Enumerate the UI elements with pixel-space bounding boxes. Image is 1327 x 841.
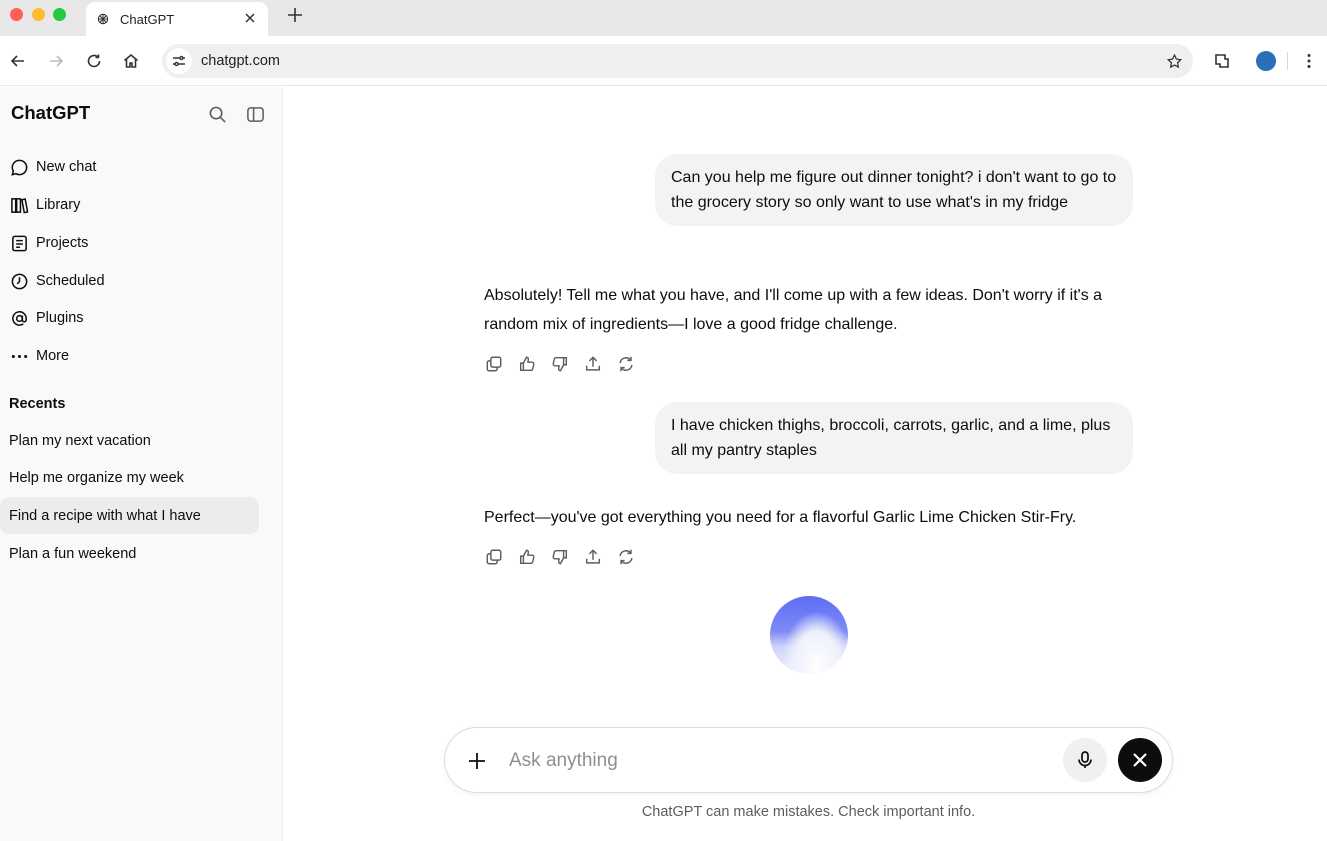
recents-heading: Recents <box>9 396 66 412</box>
browser-tab-chatgpt[interactable]: ChatGPT <box>86 2 268 36</box>
bookmark-star-icon[interactable] <box>1165 52 1183 70</box>
assistant-message-text: Perfect—you've got everything you need f… <box>484 509 1077 526</box>
thumbs-down-icon[interactable] <box>549 546 571 568</box>
forward-arrow-icon[interactable] <box>44 49 68 73</box>
tab-title: ChatGPT <box>120 11 175 27</box>
openai-logo-icon <box>96 12 110 26</box>
recent-chat-label: Plan my next vacation <box>9 432 151 449</box>
new-tab-button[interactable] <box>284 4 306 26</box>
nav-plugins[interactable]: Plugins <box>8 303 258 333</box>
window-minimize-button[interactable] <box>32 8 45 21</box>
nav-library[interactable]: Library <box>8 190 258 220</box>
share-icon[interactable] <box>582 353 604 375</box>
thumbs-up-icon[interactable] <box>516 546 538 568</box>
recent-chat-label: Plan a fun weekend <box>9 545 137 562</box>
end-voice-button[interactable] <box>1118 738 1162 782</box>
site-settings-icon[interactable] <box>166 48 192 74</box>
disclaimer-text: ChatGPT can make mistakes. Check importa… <box>641 804 976 820</box>
browser-tab-bar: ChatGPT <box>0 0 1327 36</box>
extensions-icon[interactable] <box>1210 49 1234 73</box>
recent-chat-label: Help me organize my week <box>9 469 184 486</box>
back-arrow-icon[interactable] <box>6 49 30 73</box>
more-dots-icon <box>8 345 30 367</box>
nav-label: Scheduled <box>36 273 105 289</box>
user-message-text: Can you help me figure out dinner tonigh… <box>671 169 1117 211</box>
chat-bubble-icon <box>8 156 30 178</box>
address-bar[interactable]: chatgpt.com <box>162 44 1193 78</box>
sidebar-toggle-icon[interactable] <box>244 103 266 125</box>
composer <box>444 727 1173 793</box>
message-actions <box>483 546 637 568</box>
user-message: I have chicken thighs, broccoli, carrots… <box>655 402 1133 474</box>
recent-chat-item[interactable]: Plan my next vacation <box>0 422 259 459</box>
recent-chat-item[interactable]: Help me organize my week <box>0 459 259 496</box>
microphone-button[interactable] <box>1063 738 1107 782</box>
brand-title: ChatGPT <box>11 102 91 123</box>
copy-icon[interactable] <box>483 353 505 375</box>
nav-projects[interactable]: Projects <box>8 228 258 258</box>
conversation-area: Can you help me figure out dinner tonigh… <box>284 87 1327 841</box>
toolbar-divider <box>1287 52 1288 70</box>
window-close-button[interactable] <box>10 8 23 21</box>
voice-mode-orb <box>770 596 848 674</box>
regenerate-icon[interactable] <box>615 546 637 568</box>
browser-toolbar: chatgpt.com <box>0 36 1327 86</box>
clock-icon <box>8 270 30 292</box>
recent-chat-item-active[interactable]: Find a recipe with what I have <box>0 497 259 534</box>
nav-label: New chat <box>36 159 97 175</box>
window-zoom-button[interactable] <box>53 8 66 21</box>
regenerate-icon[interactable] <box>615 353 637 375</box>
home-icon[interactable] <box>119 49 143 73</box>
recent-chat-item[interactable]: Plan a fun weekend <box>0 535 259 572</box>
projects-icon <box>8 232 30 254</box>
message-actions <box>483 353 637 375</box>
assistant-message: Absolutely! Tell me what you have, and I… <box>484 281 1124 339</box>
thumbs-down-icon[interactable] <box>549 353 571 375</box>
url-text: chatgpt.com <box>201 53 280 69</box>
tab-close-icon[interactable] <box>242 10 258 26</box>
assistant-message: Perfect—you've got everything you need f… <box>484 503 1144 532</box>
nav-label: Library <box>36 197 81 213</box>
user-message: Can you help me figure out dinner tonigh… <box>655 154 1133 226</box>
reload-icon[interactable] <box>82 49 106 73</box>
sidebar: ChatGPT New chat Library Projects Schedu… <box>0 87 283 841</box>
nav-label: Plugins <box>36 310 84 326</box>
browser-menu-icon[interactable] <box>1297 49 1321 73</box>
assistant-message-text: Absolutely! Tell me what you have, and I… <box>484 287 1103 333</box>
profile-avatar[interactable] <box>1256 51 1276 71</box>
nav-label: Projects <box>36 235 89 251</box>
nav-label: More <box>36 348 70 364</box>
search-icon[interactable] <box>206 103 228 125</box>
copy-icon[interactable] <box>483 546 505 568</box>
prompt-input[interactable] <box>509 746 1049 776</box>
nav-scheduled[interactable]: Scheduled <box>8 266 258 296</box>
nav-new-chat[interactable]: New chat <box>8 152 258 182</box>
recent-chat-label: Find a recipe with what I have <box>9 507 201 524</box>
share-icon[interactable] <box>582 546 604 568</box>
nav-more[interactable]: More <box>8 341 258 371</box>
user-message-text: I have chicken thighs, broccoli, carrots… <box>671 417 1111 459</box>
attach-plus-icon[interactable] <box>464 748 490 774</box>
thumbs-up-icon[interactable] <box>516 353 538 375</box>
at-sign-icon <box>8 307 30 329</box>
library-icon <box>8 194 30 216</box>
